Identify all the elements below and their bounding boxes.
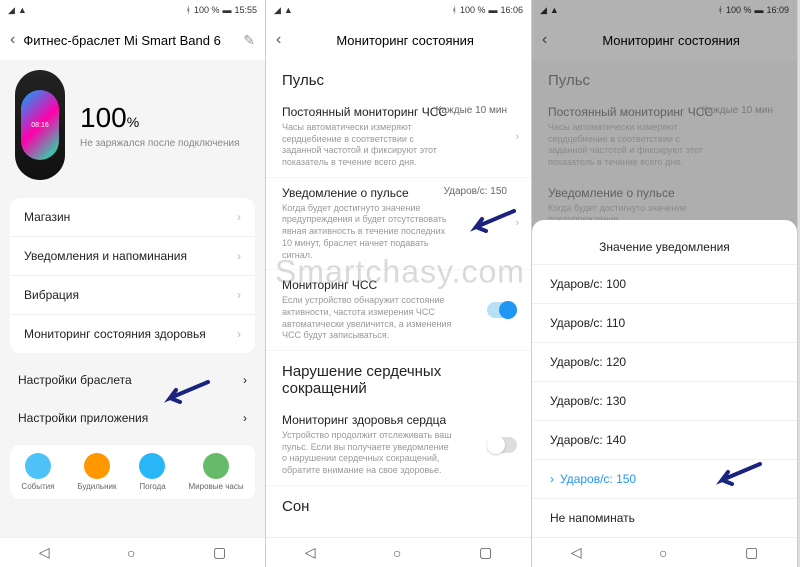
menu-label: Вибрация [24,288,79,302]
shortcut-Погода[interactable]: Погода [139,453,165,491]
nav-recent-icon[interactable]: ▢ [479,544,492,561]
setting-row[interactable]: Уведомление о пульсеКогда будет достигну… [266,178,531,270]
battery-text: 100 % [194,5,220,15]
chevron-right-icon: › [515,217,519,229]
setting-desc: Устройство продолжит отслеживать ваш пул… [282,430,515,477]
shortcut-label: Погода [139,482,165,491]
shortcut-События[interactable]: События [21,453,54,491]
status-bar: ◢▲ ᚼ100 %▬16:06 [266,0,531,20]
chevron-right-icon: › [237,210,241,224]
battery-icon: ▬ [222,5,231,15]
signal-icon: ◢ [274,5,281,16]
edit-icon[interactable]: ✎ [243,32,255,49]
device-hero: 08:16 100% Не заряжался после подключени… [0,60,265,190]
header: ‹ Фитнес-браслет Mi Smart Band 6 ✎ [0,20,265,60]
shortcut-icon [139,453,165,479]
menu-label: Уведомления и напоминания [24,249,187,263]
back-icon[interactable]: ‹ [276,31,281,49]
status-bar: ◢▲ ᚼ100 %▬15:55 [0,0,265,20]
wifi-icon: ▲ [284,5,293,15]
extra-row[interactable]: Настройки приложения › [0,399,265,437]
menu-row[interactable]: Мониторинг состояния здоровья › [10,315,255,353]
shortcut-bar: События Будильник Погода Мировые часы [10,445,255,499]
nav-back-icon[interactable]: ◁ [571,544,582,561]
sheet-option[interactable]: Ударов/с: 140 [532,420,797,459]
section-pulse: Пульс [266,60,531,97]
nav-home-icon[interactable]: ○ [659,545,667,561]
android-navbar: ◁ ○ ▢ [532,537,797,567]
nav-home-icon[interactable]: ○ [393,545,401,561]
value-sheet: Значение уведомления Ударов/с: 100Ударов… [532,220,797,537]
nav-home-icon[interactable]: ○ [127,545,135,561]
sheet-option[interactable]: Ударов/с: 130 [532,381,797,420]
setting-title: Мониторинг здоровья сердца [282,413,515,427]
signal-icon: ◢ [8,5,15,16]
chevron-right-icon: › [515,131,519,143]
band-clock: 08:16 [31,122,49,129]
toggle-switch[interactable] [487,302,517,318]
battery-text: 100 % [460,5,486,15]
clock-text: 15:55 [234,5,257,15]
menu-label: Магазин [24,210,70,224]
bt-icon: ᚼ [452,5,457,15]
setting-desc: Если устройство обнаружит состояние акти… [282,295,515,342]
menu-row[interactable]: Вибрация › [10,276,255,315]
battery-icon: ▬ [488,5,497,15]
setting-row[interactable]: Мониторинг ЧСС Если устройство обнаружит … [266,270,531,351]
chevron-right-icon: › [243,411,247,425]
chevron-right-icon: › [237,327,241,341]
setting-row[interactable]: Постоянный мониторинг ЧССЧасы автоматиче… [266,97,531,178]
shortcut-label: Будильник [77,482,116,491]
shortcut-Мировые часы[interactable]: Мировые часы [189,453,244,491]
nav-back-icon[interactable]: ◁ [39,544,50,561]
section-heart: Нарушение сердечных сокращений [266,351,531,405]
chevron-right-icon: › [237,249,241,263]
shortcut-icon [203,453,229,479]
setting-value: Каждые 10 мин [436,105,507,116]
sheet-option[interactable]: Ударов/с: 100 [532,264,797,303]
android-navbar: ◁ ○ ▢ [0,537,265,567]
header: ‹ Мониторинг состояния [266,20,531,60]
extra-label: Настройки приложения [18,411,148,425]
menu-label: Мониторинг состояния здоровья [24,327,206,341]
setting-desc: Часы автоматически измеряют сердцебиение… [282,122,515,169]
nav-back-icon[interactable]: ◁ [305,544,316,561]
section-sleep: Сон [266,486,531,523]
sheet-option[interactable]: Ударов/с: 150 [532,459,797,498]
shortcut-Будильник[interactable]: Будильник [77,453,116,491]
setting-row[interactable]: Мониторинг здоровья сердца Устройство про… [266,405,531,486]
shortcut-label: События [21,482,54,491]
toggle-switch[interactable] [487,437,517,453]
chevron-right-icon: › [237,288,241,302]
band-image: 08:16 [15,70,65,180]
extra-row[interactable]: Настройки браслета › [0,361,265,399]
setting-desc: Когда будет достигнуто значение предупре… [282,203,515,261]
setting-value: Ударов/с: 150 [444,186,507,197]
nav-recent-icon[interactable]: ▢ [213,544,226,561]
sheet-title: Значение уведомления [532,230,797,264]
shortcut-icon [84,453,110,479]
nav-recent-icon[interactable]: ▢ [745,544,758,561]
shortcut-label: Мировые часы [189,482,244,491]
shortcut-icon [25,453,51,479]
page-title: Фитнес-браслет Mi Smart Band 6 [23,33,235,48]
back-icon[interactable]: ‹ [10,31,15,49]
menu-row[interactable]: Магазин › [10,198,255,237]
bt-icon: ᚼ [186,5,191,15]
wifi-icon: ▲ [18,5,27,15]
page-title: Мониторинг состояния [289,33,521,48]
setting-title: Мониторинг ЧСС [282,278,515,292]
clock-text: 16:06 [500,5,523,15]
sheet-option[interactable]: Ударов/с: 110 [532,303,797,342]
chevron-right-icon: › [243,373,247,387]
menu-row[interactable]: Уведомления и напоминания › [10,237,255,276]
sheet-option[interactable]: Ударов/с: 120 [532,342,797,381]
battery-subtitle: Не заряжался после подключения [80,138,250,149]
battery-percent: 100% [80,102,250,134]
extra-label: Настройки браслета [18,373,132,387]
sheet-option[interactable]: Не напоминать [532,498,797,537]
android-navbar: ◁ ○ ▢ [266,537,531,567]
